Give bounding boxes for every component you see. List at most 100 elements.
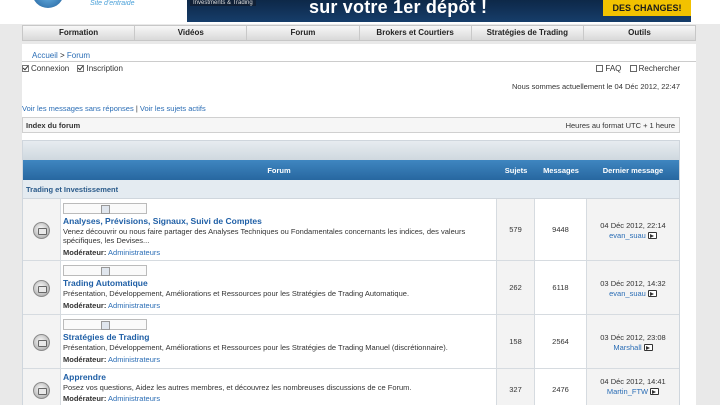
breadcrumb-current[interactable]: Forum — [67, 51, 90, 60]
connexion-label: Connexion — [31, 64, 70, 73]
message-count: 9448 — [552, 224, 569, 234]
forum-row: Analyses, Prévisions, Signaux, Suivi de … — [23, 199, 679, 261]
forum-row-icon-cell — [23, 261, 61, 314]
forum-moderator: Modérateur: Administrateurs — [63, 248, 160, 257]
view-last-post-icon[interactable] — [647, 232, 657, 239]
nav-strategies[interactable]: Stratégies de Trading — [472, 26, 584, 40]
moderator-label: Modérateur: — [63, 394, 107, 403]
last-post-date: 04 Déc 2012, 14:41 — [600, 377, 666, 386]
connexion-icon — [22, 65, 29, 72]
forum-row-last: 03 Déc 2012, 23:08 Marshall — [587, 315, 679, 368]
forum-image-icon — [63, 265, 147, 276]
last-post-user[interactable]: evan_suau — [609, 231, 646, 240]
category-title[interactable]: Trading et Investissement — [26, 185, 118, 194]
forum-description: Présentation, Développement, Amélioratio… — [63, 343, 448, 352]
banner-headline: sur votre 1er dépôt ! — [309, 0, 488, 17]
forum-row-icon-cell — [23, 315, 61, 368]
quick-links: Voir les messages sans réponses | Voir l… — [22, 104, 206, 113]
divider — [22, 61, 696, 62]
timezone-label: Heures au format UTC + 1 heure — [565, 121, 675, 130]
forum-title[interactable]: Stratégies de Trading — [63, 332, 149, 342]
th-last: Dernier message — [602, 166, 664, 175]
faq-icon — [596, 65, 604, 72]
forum-description: Présentation, Développement, Amélioratio… — [63, 289, 410, 298]
forum-row-last: 04 Déc 2012, 22:14 evan_suau — [587, 199, 679, 260]
forum-moderator: Modérateur: Administrateurs — [63, 394, 160, 403]
breadcrumb-home[interactable]: Accueil — [32, 51, 58, 60]
last-post-date: 03 Déc 2012, 23:08 — [600, 333, 666, 342]
forum-row-msgs: 2476 — [535, 369, 587, 405]
nav-formation[interactable]: Formation — [23, 26, 136, 40]
ad-banner[interactable]: Investments & Trading sur votre 1er dépô… — [187, 0, 691, 22]
forum-row-msgs: 6118 — [535, 261, 587, 314]
forum-read-icon — [33, 221, 50, 239]
last-post-date: 04 Déc 2012, 22:14 — [600, 221, 666, 230]
forum-description: Posez vos questions, Aidez les autres me… — [63, 383, 412, 392]
last-post-date: 03 Déc 2012, 14:32 — [600, 279, 666, 288]
forum-row-main: Analyses, Prévisions, Signaux, Suivi de … — [61, 199, 497, 260]
forum-row: Trading Automatique Présentation, Dévelo… — [23, 261, 679, 315]
inscription-icon — [77, 65, 85, 72]
forum-row-main: Stratégies de Trading Présentation, Déve… — [61, 315, 497, 368]
message-count: 2476 — [552, 384, 569, 394]
content-area: Accueil > Forum Connexion Inscription FA… — [22, 44, 696, 405]
moderator-link[interactable]: Administrateurs — [108, 248, 160, 257]
forum-moderator: Modérateur: Administrateurs — [63, 301, 160, 310]
th-sujets: Sujets — [504, 166, 528, 175]
search-icon — [629, 65, 637, 72]
topic-count: 327 — [509, 384, 522, 394]
logo-globe-icon[interactable] — [32, 0, 64, 8]
current-date: Nous sommes actuellement le 04 Déc 2012,… — [511, 82, 680, 91]
forum-row-main: Apprendre Posez vos questions, Aidez les… — [61, 369, 497, 405]
forum-row-icon-cell — [23, 199, 61, 260]
moderator-link[interactable]: Administrateurs — [108, 301, 160, 310]
login-link[interactable]: Connexion — [22, 64, 69, 73]
unanswered-link[interactable]: Voir les messages sans réponses — [22, 104, 134, 113]
last-post-user[interactable]: evan_suau — [609, 289, 646, 298]
forum-description: Venez découvrir ou nous faire partager d… — [63, 227, 466, 245]
nav-forum[interactable]: Forum — [247, 26, 360, 40]
search-link[interactable]: Rechercher — [629, 64, 680, 73]
search-label: Rechercher — [638, 64, 680, 73]
login-row: Connexion Inscription FAQ Rechercher — [22, 64, 696, 74]
forum-row-last: 03 Déc 2012, 14:32 evan_suau — [587, 261, 679, 314]
nav-brokers[interactable]: Brokers et Courtiers — [360, 26, 472, 40]
forum-row-sujets: 327 — [497, 369, 535, 405]
category-row: Trading et Investissement — [23, 180, 679, 199]
forum-table-top — [23, 141, 679, 160]
moderator-link[interactable]: Administrateurs — [108, 355, 160, 364]
breadcrumb-sep: > — [57, 51, 67, 60]
forum-index-link[interactable]: Index du forum — [26, 121, 80, 130]
moderator-label: Modérateur: — [63, 301, 107, 310]
last-post-user[interactable]: Marshall — [613, 343, 641, 352]
index-bar: Index du forum Heures au format UTC + 1 … — [22, 117, 680, 133]
active-topics-link[interactable]: Voir les sujets actifs — [140, 104, 206, 113]
last-post-user[interactable]: Martin_FTW — [607, 387, 648, 396]
view-last-post-icon[interactable] — [650, 388, 660, 395]
forum-row-msgs: 9448 — [535, 199, 587, 260]
view-last-post-icon[interactable] — [647, 290, 657, 297]
faq-link[interactable]: FAQ — [596, 64, 621, 73]
topic-count: 579 — [509, 224, 522, 234]
forum-moderator: Modérateur: Administrateurs — [63, 355, 160, 364]
forum-read-icon — [33, 333, 50, 351]
main-nav: Formation Vidéos Forum Brokers et Courti… — [22, 25, 696, 41]
forum-row-main: Trading Automatique Présentation, Dévelo… — [61, 261, 497, 314]
forum-row: Apprendre Posez vos questions, Aidez les… — [23, 369, 679, 405]
nav-outils[interactable]: Outils — [584, 26, 695, 40]
message-count: 6118 — [552, 282, 569, 292]
register-link[interactable]: Inscription — [77, 64, 123, 73]
moderator-label: Modérateur: — [63, 248, 107, 257]
nav-videos[interactable]: Vidéos — [135, 26, 248, 40]
view-last-post-icon[interactable] — [643, 344, 653, 351]
forum-title[interactable]: Analyses, Prévisions, Signaux, Suivi de … — [63, 216, 262, 226]
th-messages: Messages — [543, 166, 579, 175]
inscription-label: Inscription — [86, 64, 123, 73]
moderator-link[interactable]: Administrateurs — [108, 394, 160, 403]
forum-row-msgs: 2564 — [535, 315, 587, 368]
topic-count: 262 — [509, 282, 522, 292]
forum-title[interactable]: Apprendre — [63, 372, 106, 382]
logo-text[interactable]: Site d'entraide — [90, 0, 135, 7]
forum-title[interactable]: Trading Automatique — [63, 278, 148, 288]
forum-table: Forum Sujets Messages Dernier message Tr… — [22, 140, 680, 405]
